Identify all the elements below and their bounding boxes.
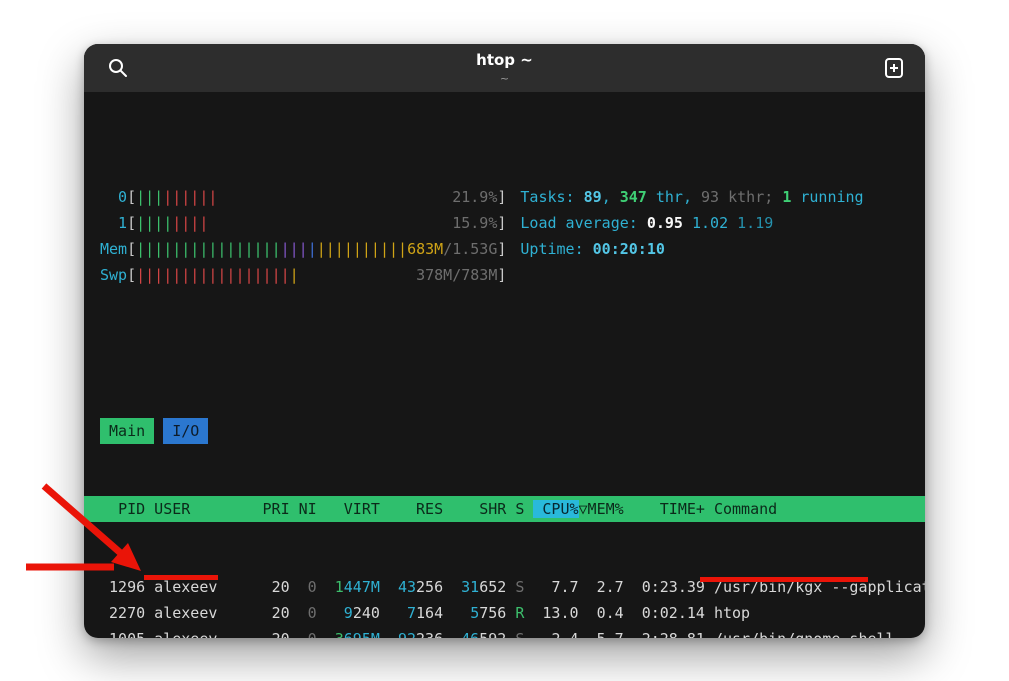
- meter-line-1: 1[|||||||| 15.9%]: [100, 210, 506, 236]
- cell-time: 0:23.39: [624, 574, 705, 600]
- screen-tabs: Main I/O: [100, 418, 925, 444]
- process-row[interactable]: 1005 alexeev 20 0 3695M 92236 46592 S 2.…: [100, 626, 925, 638]
- info-line-0: Tasks: 89, 347 thr, 93 kthr; 1 running: [520, 184, 863, 210]
- cell-mem: 5.7: [579, 626, 624, 638]
- header-col-ni[interactable]: NI: [290, 496, 317, 522]
- header-col-cmd[interactable]: Command: [714, 496, 777, 522]
- cell-cpu: 7.7: [524, 574, 578, 600]
- header-col-time[interactable]: TIME+: [624, 496, 705, 522]
- header-col-pid[interactable]: PID: [100, 496, 145, 522]
- cell-cmd: /usr/bin/gnome-shell: [714, 626, 895, 638]
- meter-line-2: Mem[||||||||||||||||||||||||||||||683M/1…: [100, 236, 506, 262]
- meter-line-0: 0[||||||||| 21.9%]: [100, 184, 506, 210]
- cell-shr: 46592: [443, 626, 506, 638]
- header-col-user[interactable]: USER: [154, 496, 244, 522]
- cell-virt: 9240: [317, 600, 380, 626]
- menu-icon[interactable]: [922, 52, 925, 84]
- cell-s: S: [515, 626, 524, 638]
- header-col-shr[interactable]: SHR: [443, 496, 506, 522]
- table-header-row[interactable]: PID USER PRI NI VIRT RES SHR S CPU%▽MEM%…: [84, 496, 925, 522]
- header-col-cpu[interactable]: CPU%: [524, 496, 578, 522]
- cell-res: 7164: [380, 600, 443, 626]
- cell-user: alexeev: [154, 626, 244, 638]
- info-line-2: Uptime: 00:20:10: [520, 236, 863, 262]
- tasks-load-uptime: Tasks: 89, 347 thr, 93 kthr; 1 runningLo…: [520, 184, 863, 288]
- cell-ni: 0: [290, 574, 317, 600]
- blank-line: [100, 340, 925, 366]
- tab-io[interactable]: I/O: [163, 418, 208, 444]
- cell-time: 0:02.14: [624, 600, 705, 626]
- info-line-1: Load average: 0.95 1.02 1.19: [520, 210, 863, 236]
- cell-ni: 0: [290, 600, 317, 626]
- header-col-mem[interactable]: ▽MEM%: [579, 496, 624, 522]
- cell-virt: 1447M: [317, 574, 380, 600]
- cell-pid: 1005: [100, 626, 145, 638]
- cell-time: 2:28.81: [624, 626, 705, 638]
- cell-cmd: htop: [714, 600, 750, 626]
- process-row[interactable]: 1296 alexeev 20 0 1447M 43256 31652 S 7.…: [100, 574, 925, 600]
- cpu-mem-meters: 0[||||||||| 21.9%] 1[|||||||| 15.9%]Mem[…: [100, 184, 506, 288]
- cell-pri: 20: [244, 626, 289, 638]
- terminal-window: htop ~ ~ 0[|||||||||: [84, 44, 925, 638]
- window-subtitle: ~: [84, 72, 925, 85]
- cell-cpu: 13.0: [524, 600, 578, 626]
- cell-pri: 20: [244, 574, 289, 600]
- summary-area: 0[||||||||| 21.9%] 1[|||||||| 15.9%]Mem[…: [100, 184, 925, 288]
- cell-ni: 0: [290, 626, 317, 638]
- cell-res: 92236: [380, 626, 443, 638]
- meter-line-3: Swp[|||||||||||||||||| 378M/783M]: [100, 262, 506, 288]
- cell-virt: 3695M: [317, 626, 380, 638]
- header-col-s[interactable]: S: [515, 496, 524, 522]
- cell-s: R: [515, 600, 524, 626]
- cell-cpu: 2.4: [524, 626, 578, 638]
- window-title: htop ~: [84, 51, 925, 69]
- cell-mem: 2.7: [579, 574, 624, 600]
- cell-user: alexeev: [154, 600, 244, 626]
- cell-s: S: [515, 574, 524, 600]
- terminal-content: 0[||||||||| 21.9%] 1[|||||||| 15.9%]Mem[…: [84, 92, 925, 638]
- header-col-virt[interactable]: VIRT: [317, 496, 380, 522]
- cell-shr: 31652: [443, 574, 506, 600]
- process-rows: 1296 alexeev 20 0 1447M 43256 31652 S 7.…: [100, 574, 925, 638]
- cell-res: 43256: [380, 574, 443, 600]
- header-col-res[interactable]: RES: [380, 496, 443, 522]
- cell-shr: 5756: [443, 600, 506, 626]
- header-col-pri[interactable]: PRI: [244, 496, 289, 522]
- cell-pid: 2270: [100, 600, 145, 626]
- cell-mem: 0.4: [579, 600, 624, 626]
- tab-gap: [154, 418, 163, 444]
- process-row[interactable]: 2270 alexeev 20 0 9240 7164 5756 R 13.0 …: [100, 600, 925, 626]
- titlebar[interactable]: htop ~ ~: [84, 44, 925, 92]
- cell-pri: 20: [244, 600, 289, 626]
- cell-user: alexeev: [154, 574, 244, 600]
- cell-cmd: /usr/bin/kgx --gapplicat: [714, 574, 925, 600]
- tab-main[interactable]: Main: [100, 418, 154, 444]
- cell-pid: 1296: [100, 574, 145, 600]
- new-tab-icon[interactable]: [878, 52, 910, 84]
